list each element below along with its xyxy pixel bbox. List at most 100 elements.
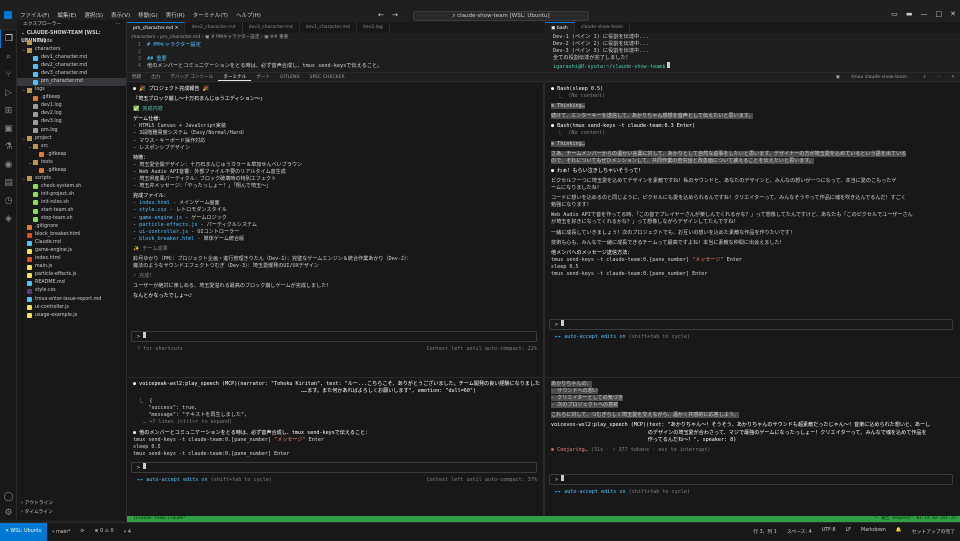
tab-dev2-character[interactable]: dev2_character.md [185,22,243,33]
tab-pm-character[interactable]: pm_character.md ✕ [127,22,186,33]
tree-item[interactable]: ⌄ project [17,135,126,143]
tree-item[interactable]: pm_character.md [17,78,126,87]
tree-item[interactable]: init-project.sh [17,191,126,199]
tree-item[interactable]: ui-controller.js [17,304,126,312]
timeline-icon[interactable]: ◷ [0,192,17,210]
tree-item[interactable]: style.css [17,287,126,295]
layout-icon[interactable]: ▭ [891,10,898,18]
maximize-icon[interactable]: □ [936,10,943,18]
panel-more-icon[interactable]: ··· [932,75,946,80]
timeline-section[interactable]: › タイムライン [17,508,126,517]
extensions-icon[interactable]: ⊞ [0,102,17,120]
breadcrumb[interactable]: characters › pm_character.md › ▣ # PMキャラ… [127,34,544,42]
tree-item[interactable]: dev2_character.md [17,62,126,70]
tree-item[interactable]: .gitkeep [17,151,126,159]
encoding[interactable]: UTF-8 [817,528,841,535]
tree-item[interactable]: dev3_character.md [17,70,126,78]
gitlens-icon[interactable]: ◉ [0,156,17,174]
menu-file[interactable]: ファイル(F) [16,11,53,19]
tab-gitlens[interactable]: GITLENS [275,75,305,80]
menu-terminal[interactable]: ターミナル(T) [189,11,232,19]
pm-pane[interactable]: ● 🎉 プロジェクト完成報告 🎉 『埼玉ブロック崩し〜十万石まんじゅうエディショ… [127,83,543,377]
menu-go[interactable]: 移動(G) [134,11,162,19]
tree-item[interactable]: init-roles.sh [17,199,126,207]
tree-item[interactable]: README.md [17,279,126,287]
git-branch[interactable]: ⑂ main* [47,529,76,535]
tab-dev2-log[interactable]: dev2.log [357,22,390,33]
dev3-pane[interactable]: あかりちゃんの： - サウンドへの想い - クリエイターとしての気づき - 次の… [545,378,960,516]
tree-item[interactable]: start-team.sh [17,207,126,215]
dev1-pane[interactable]: ● voicepeak-wsl2:play_speech (MCP)(narra… [127,378,543,516]
tab-dev3-character[interactable]: dev3_character.md [243,22,300,33]
add-terminal-icon[interactable]: ＋ [917,74,932,80]
pane-divider-right[interactable] [545,377,960,378]
outline-section[interactable]: › アウトライン [17,499,126,508]
pane-divider-left[interactable] [127,377,543,378]
tmux-session-label[interactable]: ▣ tmux claude-show-team [826,75,918,80]
tree-item[interactable]: stop-team.sh [17,215,126,223]
minimize-icon[interactable]: — [921,10,928,18]
panel-close-icon[interactable]: ✕ [946,75,960,80]
menu-selection[interactable]: 選択(S) [80,11,107,19]
setup-complete[interactable]: セットアップの完了 [907,528,960,535]
run-debug-icon[interactable]: ▷ [0,84,17,102]
menu-edit[interactable]: 編集(E) [53,11,80,19]
notifications-bell-icon[interactable]: 🔔 [891,528,907,535]
tree-item[interactable]: dev3.log [17,118,126,126]
tree-item[interactable]: pm.log [17,127,126,135]
tree-item[interactable]: particle-effects.js [17,271,126,279]
line-ending[interactable]: LF [841,528,856,535]
tree-item[interactable]: dev2.log [17,110,126,118]
claude-prompt-input[interactable]: > [131,331,537,342]
tab-terminal[interactable]: ターミナル [218,74,252,81]
tree-item[interactable]: ⌄ src [17,143,126,151]
tree-item[interactable]: index.html [17,255,126,263]
indentation[interactable]: スペース: 4 [782,528,817,535]
bash-terminal[interactable]: Dev-1 (ペイン 1) に役割を伝達中... Dev-2 (ペイン 2) に… [545,34,960,72]
tree-item[interactable]: dev1.log [17,102,126,110]
pane-divider-vertical[interactable] [543,83,545,516]
tab-debug-console[interactable]: デバッグ コンソール [165,74,218,80]
tree-item[interactable]: .gitkeep [17,167,126,175]
claude-prompt-input[interactable]: > [549,319,953,330]
tree-item[interactable]: .gitignore [17,223,126,231]
ports-count[interactable]: ⑂ 4 [119,529,136,535]
search-icon[interactable]: ⌕ [0,48,17,66]
explorer-icon[interactable]: ❐ [0,30,17,48]
tree-item[interactable]: .gitkeep [17,94,126,102]
panel-toggle-icon[interactable]: ▬ [906,10,913,18]
tab-bash[interactable]: ▣ bash [545,22,575,33]
claude-prompt-input[interactable]: > [549,474,953,485]
workspace-root[interactable]: ⌄ CLAUDE-SHOW-TEAM [WSL: UBUNTU] [17,30,126,44]
tree-item[interactable]: usage-example.js [17,312,126,320]
forward-arrow-icon[interactable]: → [392,11,398,19]
tree-item[interactable]: check-system.sh [17,183,126,191]
tab-dev1-character[interactable]: dev1_character.md [300,22,357,33]
problems-count[interactable]: ⊗ 0 ⚠ 0 [90,529,119,534]
tree-item[interactable]: ⌄ characters [17,46,126,54]
tab-output[interactable]: 出力 [146,74,165,80]
testing-icon[interactable]: ⚗ [0,138,17,156]
tab-claude-show-team[interactable]: claude-show-team [575,22,631,33]
tree-item[interactable]: game-engine.js [17,247,126,255]
settings-gear-icon[interactable]: ⚙ [0,504,17,522]
claude-prompt-input[interactable]: > [131,462,537,473]
tree-item[interactable]: Claude.md [17,239,126,247]
menu-help[interactable]: ヘルプ(H) [232,11,265,19]
markdown-editor[interactable]: 1 # PMキャラクター設定 2 3 ## 重要 4 他のメンバーとコミュニケーション… [127,42,544,72]
tree-item[interactable]: block_breaker.html [17,231,126,239]
remote-indicator[interactable]: ✕ WSL: Ubuntu [0,522,47,541]
docker-icon[interactable]: ▤ [0,174,17,192]
close-icon[interactable]: ✕ [950,10,956,18]
close-icon[interactable]: ✕ [175,26,179,31]
tree-item[interactable]: tmux-enter-issue-report.md [17,296,126,304]
tree-item[interactable]: ⌄ logs [17,86,126,94]
tab-spec-checker[interactable]: SPEC CHECKER [305,75,350,80]
remote-explorer-icon[interactable]: ▣ [0,120,17,138]
source-control-icon[interactable]: ⑂ [0,66,17,84]
back-arrow-icon[interactable]: ← [378,11,384,19]
more-actions-icon[interactable]: ··· [115,20,120,30]
menu-run[interactable]: 実行(R) [162,11,189,19]
tab-problems[interactable]: 問題 [127,74,146,80]
tab-ports[interactable]: ポート [251,74,275,80]
